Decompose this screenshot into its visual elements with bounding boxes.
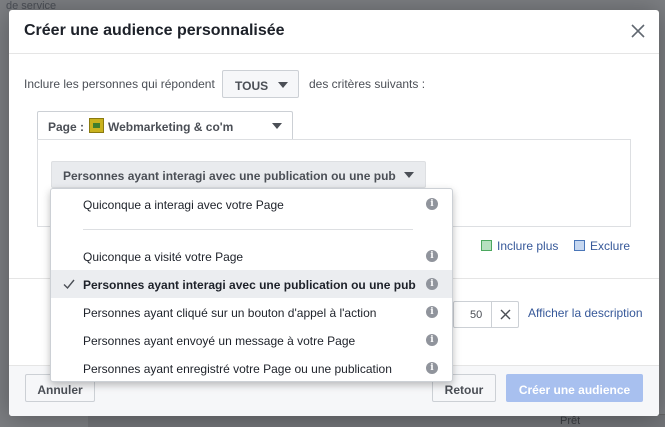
close-icon: [631, 24, 645, 38]
match-type-value: TOUS: [235, 79, 269, 93]
page-select-label: Page :: [48, 120, 85, 134]
menu-item-post-engaged[interactable]: Personnes ayant interagi avec une public…: [51, 270, 452, 298]
menu-item-page-saved[interactable]: Personnes ayant enregistré votre Page ou…: [51, 354, 452, 382]
menu-item-label: Personnes ayant cliqué sur un bouton d'a…: [83, 306, 377, 320]
menu-item-label: Personnes ayant interagi avec une public…: [83, 278, 416, 292]
cancel-label: Annuler: [37, 383, 83, 397]
close-icon: [500, 309, 511, 320]
info-icon[interactable]: [426, 198, 438, 210]
interaction-type-value: Personnes ayant interagi avec une public…: [63, 169, 396, 183]
chevron-down-icon: [272, 123, 282, 129]
chevron-down-icon: [278, 82, 288, 88]
match-type-select[interactable]: TOUS: [222, 70, 299, 98]
page-avatar-icon: [89, 118, 104, 133]
info-icon[interactable]: [426, 250, 438, 262]
retention-days-input[interactable]: 50: [453, 301, 519, 328]
clear-days-button[interactable]: [491, 302, 518, 327]
close-button[interactable]: [629, 22, 647, 40]
menu-item-page-engaged[interactable]: Quiconque a interagi avec votre Page: [51, 190, 452, 218]
menu-item-label: Personnes ayant enregistré votre Page ou…: [83, 362, 392, 376]
menu-item-label: Quiconque a interagi avec votre Page: [83, 198, 284, 212]
interaction-type-select[interactable]: Personnes ayant interagi avec une public…: [51, 161, 426, 188]
info-icon[interactable]: [426, 334, 438, 346]
page-source-select[interactable]: Page : Webmarketing & co'm: [37, 111, 293, 139]
include-rule-row: Inclure les personnes qui répondent TOUS…: [24, 70, 644, 98]
include-more-label: Inclure plus: [497, 239, 559, 253]
create-audience-button[interactable]: Créer une audience: [506, 374, 643, 402]
create-label: Créer une audience: [518, 383, 631, 397]
retention-days-value: 50: [470, 309, 483, 321]
info-icon[interactable]: [426, 278, 438, 290]
include-suffix-label: des critères suivants :: [309, 77, 426, 91]
exclude-link[interactable]: Exclure: [574, 239, 630, 253]
menu-item-page-visited[interactable]: Quiconque a visité votre Page: [51, 242, 452, 270]
menu-item-message-sent[interactable]: Personnes ayant envoyé un message à votr…: [51, 326, 452, 354]
page-select-name: Webmarketing & co'm: [108, 120, 234, 134]
background-status: Prêt: [560, 415, 581, 427]
checkmark-icon: [63, 279, 75, 290]
chevron-down-icon: [404, 172, 414, 178]
interaction-type-menu: Quiconque a interagi avec votre Page Qui…: [50, 188, 453, 382]
info-icon[interactable]: [426, 362, 438, 374]
menu-divider: [83, 229, 413, 230]
menu-item-cta-clicked[interactable]: Personnes ayant cliqué sur un bouton d'a…: [51, 298, 452, 326]
dialog-title: Créer une audience personnalisée: [24, 22, 285, 39]
info-icon[interactable]: [426, 306, 438, 318]
dialog-header: Créer une audience personnalisée: [9, 10, 659, 54]
show-description-link[interactable]: Afficher la description: [528, 306, 643, 320]
include-prefix-label: Inclure les personnes qui répondent: [24, 77, 215, 91]
menu-item-label: Quiconque a visité votre Page: [83, 250, 244, 264]
back-label: Retour: [444, 383, 484, 397]
exclude-icon: [574, 240, 585, 251]
include-icon: [481, 240, 492, 251]
menu-item-label: Personnes ayant envoyé un message à votr…: [83, 334, 356, 348]
exclude-label: Exclure: [590, 239, 631, 253]
include-more-link[interactable]: Inclure plus: [481, 239, 558, 253]
